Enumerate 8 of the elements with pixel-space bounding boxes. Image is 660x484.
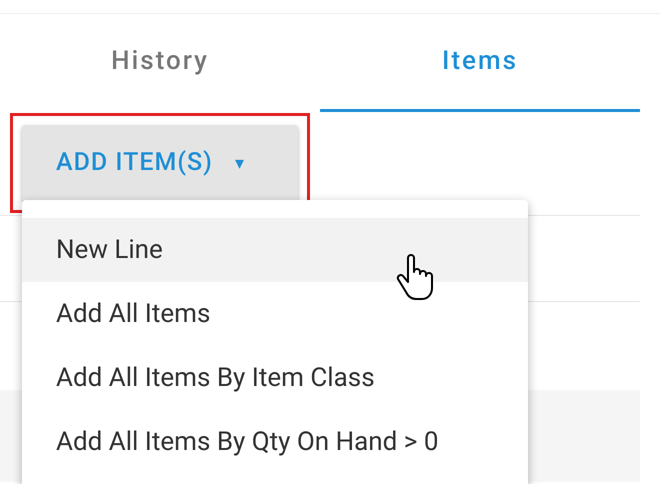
menu-item[interactable]: Add All Items	[22, 282, 528, 346]
menu-item[interactable]: New Line	[22, 218, 528, 282]
tab[interactable]: History	[0, 14, 320, 112]
menu-item[interactable]: Add All Items By Item Class	[22, 346, 528, 410]
menu-item[interactable]: Add All Items By Qty On Hand > 0	[22, 410, 528, 474]
tab[interactable]: Items	[320, 14, 640, 112]
caret-icon: ▾	[234, 150, 245, 176]
hand-cursor-icon	[396, 254, 434, 302]
